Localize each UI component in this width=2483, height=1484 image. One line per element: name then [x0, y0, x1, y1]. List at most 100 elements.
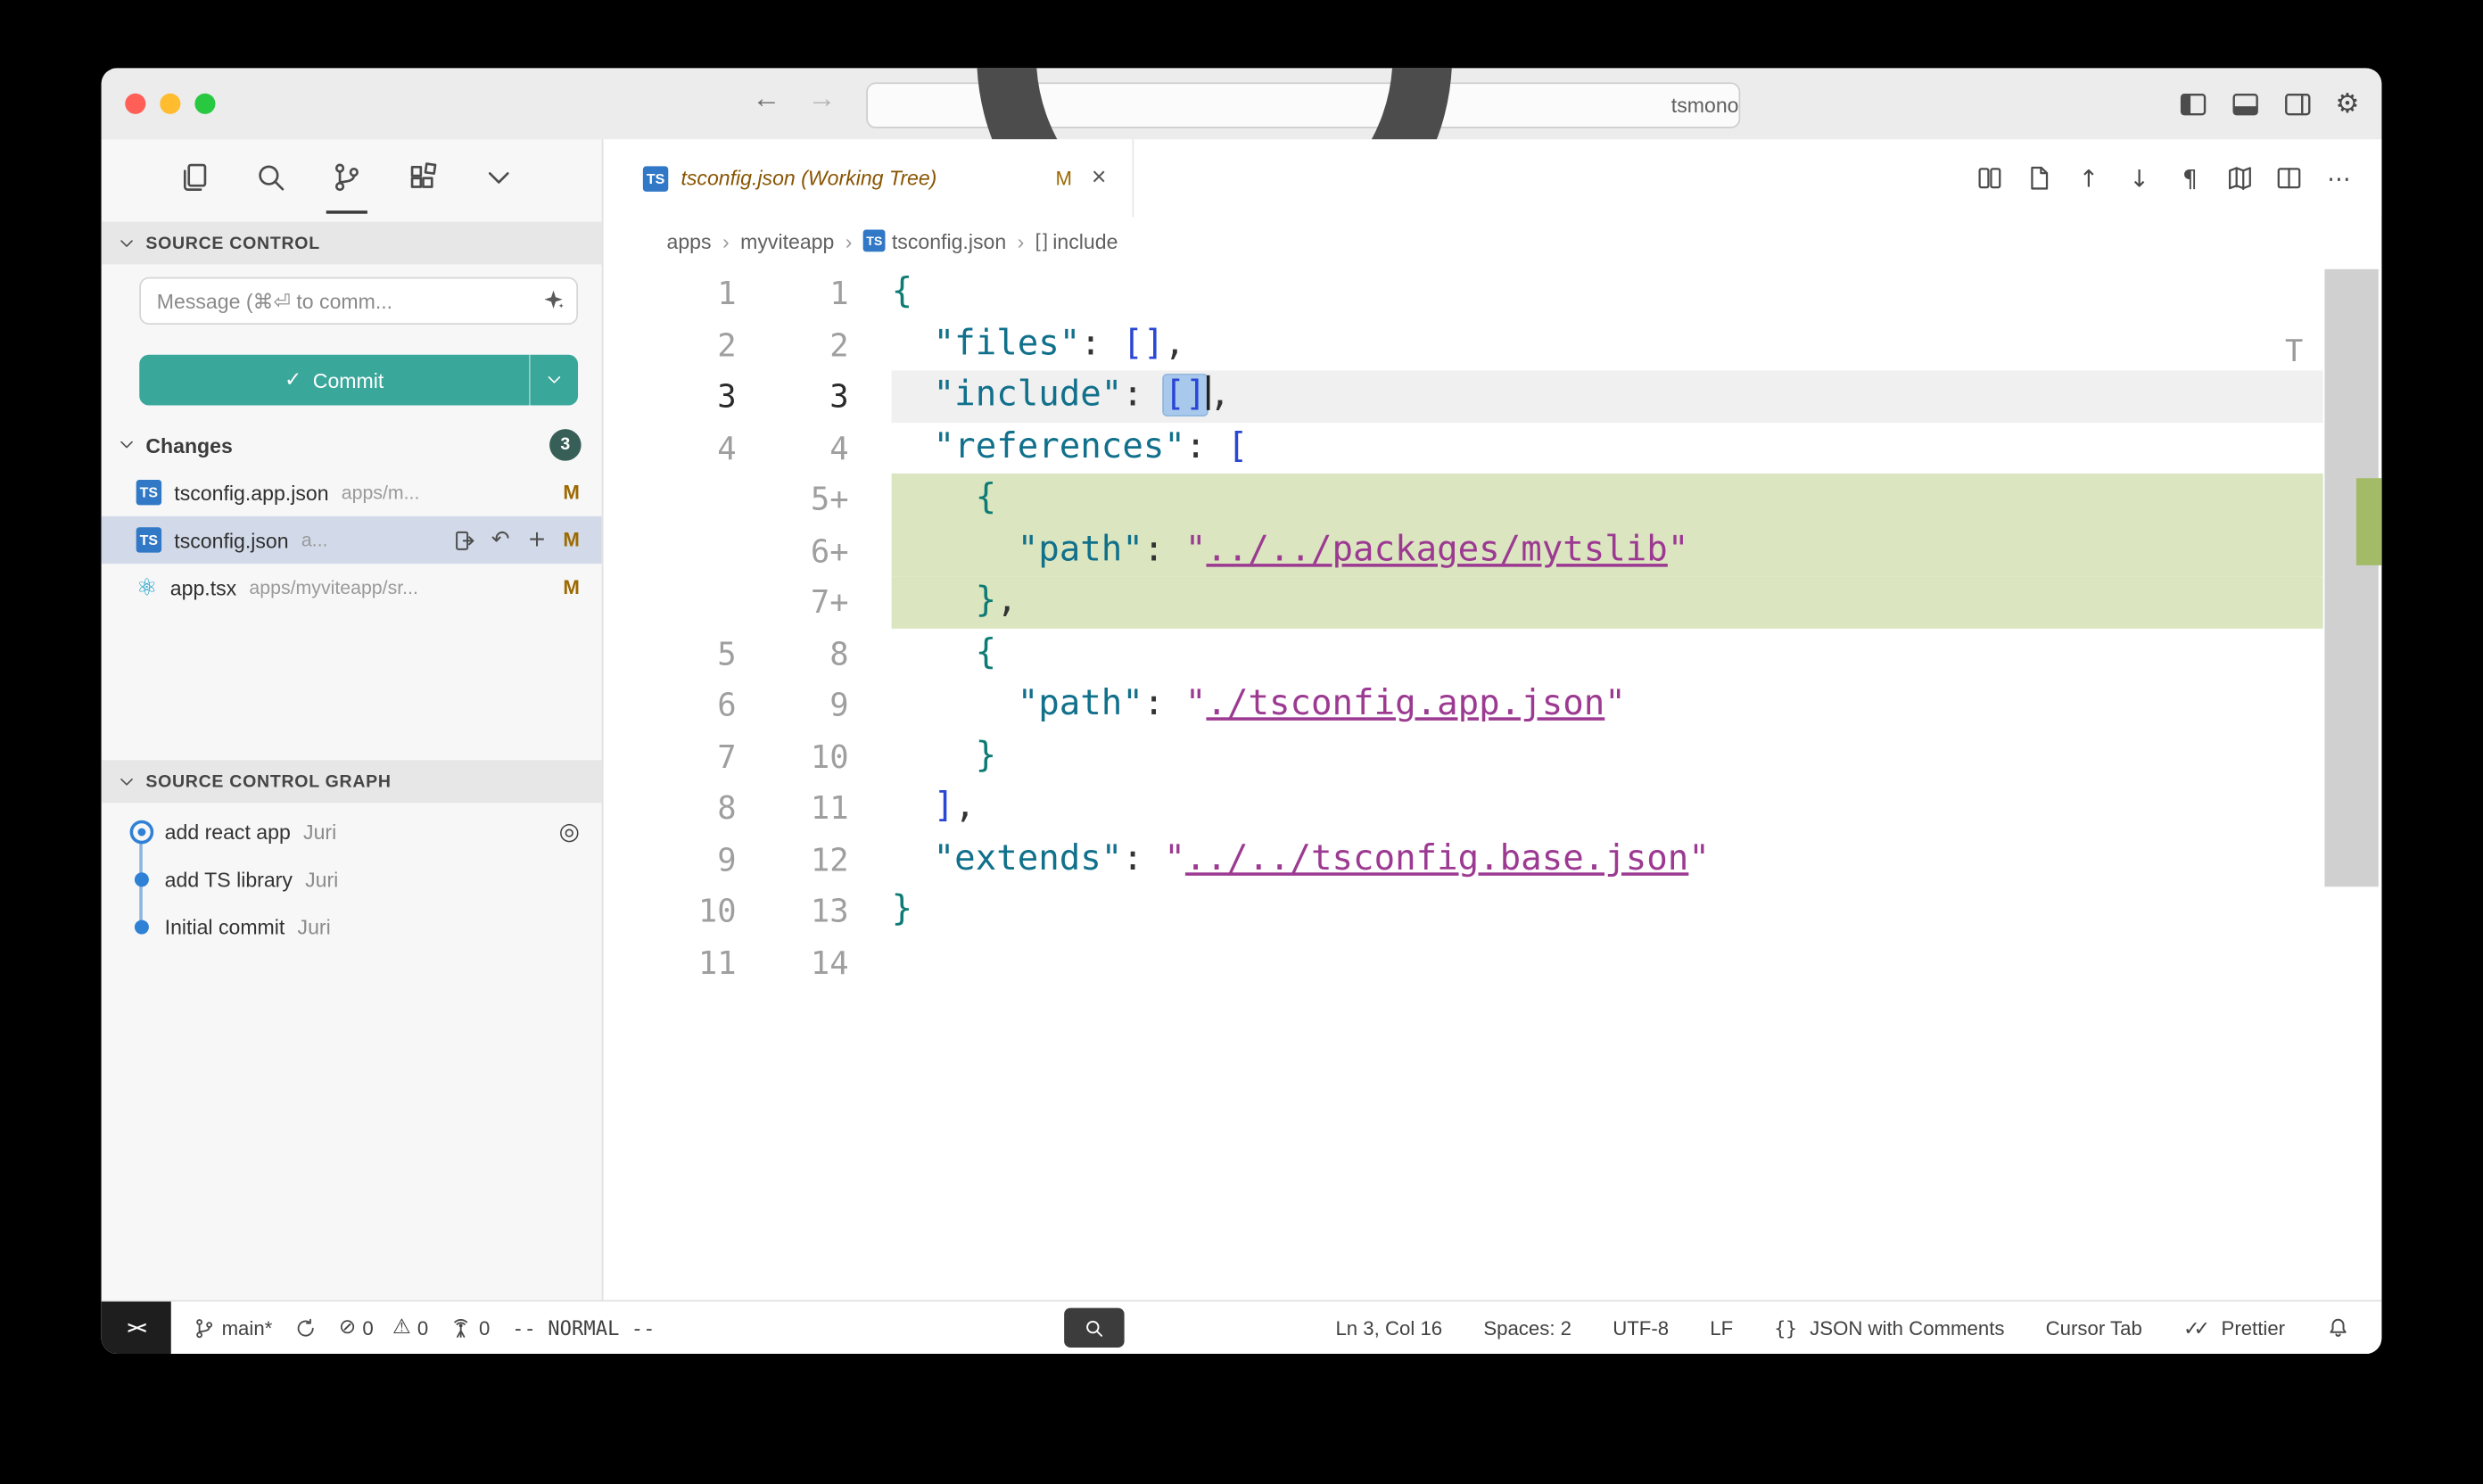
commit-button[interactable]: ✓ Commit — [139, 367, 529, 392]
changes-section-header[interactable]: Changes 3 — [102, 421, 602, 468]
code-line-text[interactable]: "references": [ — [892, 422, 2323, 474]
file-row[interactable]: ⚛app.tsxapps/myviteapp/sr...M — [102, 564, 602, 611]
gutter-modified-line-number: 13 — [743, 886, 855, 937]
code-line-text[interactable]: ], — [892, 782, 2323, 834]
search-view-icon[interactable] — [233, 139, 309, 215]
goto-ref-icon[interactable]: ◎ — [559, 817, 580, 845]
code-line-text[interactable]: "files": [], — [892, 319, 2323, 371]
sparkle-ai-icon[interactable] — [541, 288, 565, 320]
split-editor-icon[interactable] — [2275, 165, 2302, 192]
commit-author: Juri — [305, 867, 338, 891]
open-changes-icon[interactable] — [1976, 165, 2003, 192]
code-line[interactable]: 5+ { — [603, 474, 2322, 525]
formatter-item[interactable]: ✓✓ Prettier — [2183, 1315, 2285, 1340]
close-window-button[interactable] — [125, 94, 145, 114]
commit-author: Juri — [303, 820, 336, 844]
previous-change-icon[interactable]: ↑ — [2075, 164, 2103, 193]
code-line[interactable]: 44 "references": [ — [603, 422, 2322, 474]
code-line[interactable]: 710 } — [603, 730, 2322, 782]
file-row[interactable]: TStsconfig.jsona...↶+M — [102, 516, 602, 564]
code-line-text[interactable]: { — [892, 474, 2323, 525]
screencast-zoom-chip[interactable] — [1064, 1308, 1124, 1348]
open-file-icon[interactable] — [2025, 165, 2052, 192]
breadcrumb-item[interactable]: myviteapp — [740, 229, 834, 253]
language-mode-item[interactable]: {} JSON with Comments — [1774, 1316, 2004, 1339]
problems-status-item[interactable]: ⊘ 0 ⚠ 0 — [339, 1315, 428, 1340]
code-line[interactable]: 7+ }, — [603, 576, 2322, 628]
encoding-item[interactable]: UTF-8 — [1613, 1316, 1669, 1339]
code-line[interactable]: 1114 — [603, 936, 2322, 988]
commit-row[interactable]: Initial commitJuri — [102, 903, 602, 950]
toggle-panel-icon[interactable] — [2231, 89, 2259, 118]
tab-tsconfig-json[interactable]: TS tsconfig.json (Working Tree) M × — [603, 139, 1134, 217]
code-line-text[interactable]: "path": "./tsconfig.app.json" — [892, 680, 2323, 731]
more-actions-icon[interactable]: ⋯ — [2324, 164, 2353, 193]
code-line[interactable]: 33 "include": [], — [603, 370, 2322, 422]
open-file-icon[interactable] — [450, 527, 477, 552]
radio-tower-icon — [450, 1316, 473, 1339]
code-line-text[interactable]: } — [892, 886, 2323, 937]
code-line[interactable]: 1013} — [603, 886, 2322, 937]
file-name: tsconfig.json — [174, 528, 288, 552]
cursor-position-item[interactable]: Ln 3, Col 16 — [1335, 1316, 1442, 1339]
chevron-down-icon — [545, 370, 564, 389]
command-center-search[interactable]: tsmono — [866, 82, 1740, 128]
render-whitespace-icon[interactable]: ¶ — [2176, 164, 2205, 193]
scrollbar-thumb[interactable] — [2324, 269, 2378, 886]
breadcrumb-item[interactable]: apps — [666, 229, 711, 253]
code-line-text[interactable]: { — [892, 268, 2323, 319]
more-views-icon[interactable] — [461, 139, 537, 215]
notifications-bell-icon[interactable] — [2326, 1315, 2350, 1340]
gutter-modified-line-number: 10 — [743, 730, 855, 782]
code-line[interactable]: 69 "path": "./tsconfig.app.json" — [603, 680, 2322, 731]
settings-gear-icon[interactable]: ⚙ — [2335, 88, 2359, 120]
remote-indicator[interactable]: >< — [102, 1301, 171, 1354]
toggle-primary-sidebar-icon[interactable] — [2179, 89, 2207, 118]
code-line-text[interactable]: }, — [892, 576, 2323, 628]
code-line[interactable]: 6+ "path": "../../packages/mytslib" — [603, 525, 2322, 577]
toggle-secondary-sidebar-icon[interactable] — [2283, 89, 2312, 118]
code-editor[interactable]: 11{22 "files": [],33 "include": [],44 "r… — [603, 265, 2381, 1302]
source-control-graph-header[interactable]: SOURCE CONTROL GRAPH — [102, 760, 602, 803]
code-line-text[interactable]: } — [892, 730, 2323, 782]
code-line-text[interactable]: "path": "../../packages/mytslib" — [892, 525, 2323, 577]
commit-row[interactable]: add react appJuri◎ — [102, 808, 602, 855]
code-line-text[interactable]: { — [892, 628, 2323, 680]
cursor-tab-item[interactable]: Cursor Tab — [2046, 1316, 2142, 1339]
file-row[interactable]: TStsconfig.app.jsonapps/m...M — [102, 469, 602, 516]
commit-row[interactable]: add TS libraryJuri — [102, 855, 602, 903]
branch-status-item[interactable]: main* — [194, 1316, 273, 1339]
sync-status-item[interactable] — [294, 1316, 317, 1339]
code-line[interactable]: 58 { — [603, 628, 2322, 680]
code-line[interactable]: 11{ — [603, 268, 2322, 319]
explorer-icon[interactable] — [157, 139, 233, 215]
close-tab-icon[interactable]: × — [1085, 164, 1113, 193]
indentation-item[interactable]: Spaces: 2 — [1483, 1316, 1571, 1339]
stage-changes-icon[interactable]: + — [524, 527, 550, 552]
extensions-view-icon[interactable] — [384, 139, 460, 215]
forward-icon[interactable]: → — [803, 82, 841, 115]
outline-map-icon[interactable] — [2226, 165, 2253, 192]
minimize-window-button[interactable] — [160, 94, 180, 114]
commit-dropdown-button[interactable] — [529, 355, 578, 406]
vim-mode-indicator[interactable]: -- NORMAL -- — [512, 1315, 655, 1340]
code-line[interactable]: 811 ], — [603, 782, 2322, 834]
code-line-text[interactable]: "extends": "../../tsconfig.base.json" — [892, 834, 2323, 886]
code-line-text[interactable]: "include": [], — [892, 370, 2323, 422]
editor-scrollbar[interactable] — [2322, 265, 2381, 1302]
back-icon[interactable]: ← — [747, 82, 786, 115]
gutter-original-line-number: 2 — [603, 319, 742, 371]
breadcrumb-item[interactable]: tsconfig.json — [892, 229, 1006, 253]
breadcrumb-item[interactable]: include — [1052, 229, 1118, 253]
zoom-window-button[interactable] — [194, 94, 215, 114]
ports-status-item[interactable]: 0 — [450, 1316, 490, 1339]
source-control-section-header[interactable]: SOURCE CONTROL — [102, 222, 602, 265]
discard-changes-icon[interactable]: ↶ — [487, 527, 514, 552]
code-line[interactable]: 912 "extends": "../../tsconfig.base.json… — [603, 834, 2322, 886]
code-line-text[interactable] — [892, 936, 2323, 988]
eol-item[interactable]: LF — [1710, 1316, 1733, 1339]
source-control-view-icon[interactable] — [309, 139, 384, 215]
code-line[interactable]: 22 "files": [], — [603, 319, 2322, 371]
next-change-icon[interactable]: ↓ — [2125, 164, 2154, 193]
commit-message-input[interactable] — [139, 277, 578, 325]
